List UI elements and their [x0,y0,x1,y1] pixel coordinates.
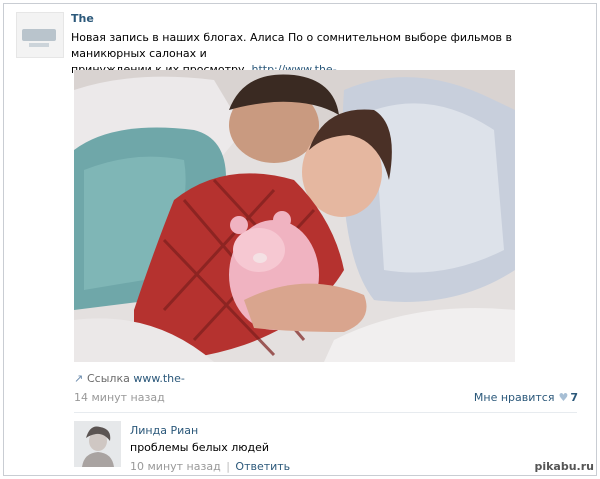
comment-text: проблемы белых людей [130,441,270,454]
comment-author[interactable]: Линда Риан [130,424,198,437]
comment-meta: 10 минут назад | Ответить [130,460,290,473]
post-text-line-1: Новая запись в наших блогах. Алиса По о … [71,31,513,60]
reply-button[interactable]: Ответить [235,460,290,473]
commenter-avatar-image [74,421,121,467]
commenter-avatar[interactable] [74,421,121,467]
comment-divider [74,412,577,413]
like-button[interactable]: Мне нравится ♥ 7 [474,391,578,404]
author-avatar[interactable] [16,12,64,58]
like-label: Мне нравится [473,391,555,404]
post-author[interactable]: The [71,12,94,25]
share-label: Ссылка [87,372,130,385]
post-photo[interactable] [74,70,515,362]
watermark-logo: pikabu.ru [534,460,594,473]
comment-timestamp[interactable]: 10 минут назад [130,460,221,473]
avatar-logo-underline [29,43,49,47]
avatar-logo-shape [22,29,56,41]
post-photo-image [74,70,515,362]
share-arrow-icon: ↗ [74,372,84,385]
share-link[interactable]: www.the- [133,372,185,385]
share-link-row[interactable]: ↗ Ссылка www.the- [74,372,185,385]
heart-icon: ♥ [558,391,569,404]
post-timestamp[interactable]: 14 минут назад [74,391,165,404]
comment-separator: | [226,460,230,473]
like-count: 7 [570,391,578,404]
